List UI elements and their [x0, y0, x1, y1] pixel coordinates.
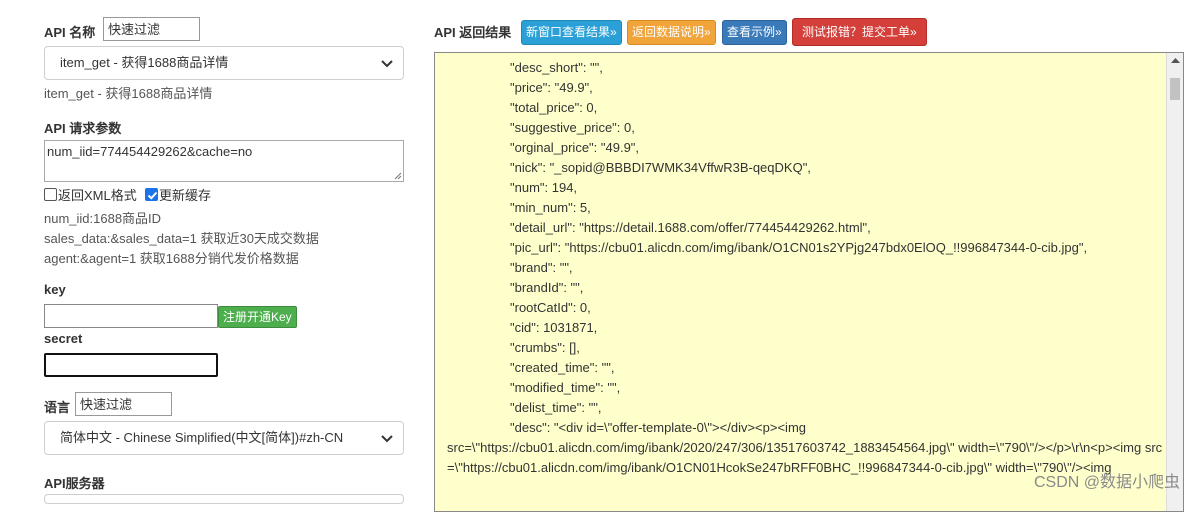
- scroll-thumb[interactable]: [1170, 78, 1180, 100]
- response-title: API 返回结果: [434, 25, 512, 40]
- chevron-down-icon: [381, 435, 393, 443]
- language-select[interactable]: 简体中文 - Chinese Simplified(中文[简体])#zh-CN: [44, 421, 404, 455]
- response-area: API 返回结果 新窗口查看结果» 返回数据说明» 查看示例» 测试报错？提交工…: [420, 0, 1198, 512]
- code-line: "total_price": 0,: [510, 100, 598, 115]
- scroll-up-icon[interactable]: [1171, 57, 1180, 64]
- code-line: "detail_url": "https://detail.1688.com/o…: [510, 220, 871, 235]
- code-line: "cid": 1031871,: [510, 320, 598, 335]
- params-value: num_iid=774454429262&cache=no: [47, 144, 253, 159]
- secret-input[interactable]: [44, 353, 218, 377]
- hint-line: sales_data:&sales_data=1 获取近30天成交数据: [44, 231, 319, 246]
- cache-checkbox[interactable]: 更新缓存: [145, 186, 212, 203]
- language-select-value: 简体中文 - Chinese Simplified(中文[简体])#zh-CN: [60, 430, 344, 445]
- report-issue-button[interactable]: 测试报错？提交工单»: [792, 18, 927, 46]
- response-panel[interactable]: "desc_short": "", "price": "49.9", "total_…: [434, 52, 1184, 512]
- code-line: "desc_short": "",: [510, 60, 603, 75]
- new-window-button[interactable]: 新窗口查看结果»: [521, 20, 622, 45]
- response-code: "desc_short": "", "price": "49.9", "total_…: [447, 53, 1163, 478]
- code-line: "num": 194,: [510, 180, 578, 195]
- watermark: CSDN @数据小爬虫: [1033, 474, 1180, 491]
- code-line: "suggestive_price": 0,: [510, 120, 635, 135]
- code-line: "nick": "_sopid@BBBDI7WMK34VffwR3B-qeqDK…: [510, 160, 811, 175]
- api-select[interactable]: item_get - 获得1688商品详情: [44, 46, 404, 80]
- code-line: "crumbs": [],: [510, 340, 580, 355]
- language-filter-input[interactable]: [75, 392, 172, 416]
- checkmark-icon: [147, 191, 158, 200]
- hint-line: agent:&agent=1 获取1688分销代发价格数据: [44, 251, 299, 266]
- language-label: 语言: [44, 400, 71, 415]
- api-name-label: API 名称: [44, 25, 96, 40]
- code-line: "created_time": "",: [510, 360, 615, 375]
- code-line: "price": "49.9",: [510, 80, 593, 95]
- server-label: API服务器: [44, 476, 105, 491]
- api-filter-input[interactable]: [103, 17, 200, 41]
- xml-checkbox-label: 返回XML格式: [58, 187, 137, 203]
- cache-checkbox-box[interactable]: [145, 187, 158, 201]
- server-select[interactable]: [44, 494, 404, 504]
- request-form: API 名称 item_get - 获得1688商品详情 item_get - …: [0, 0, 420, 504]
- hint-line: num_iid:1688商品ID: [44, 211, 162, 226]
- secret-label: secret: [44, 331, 83, 346]
- code-line: "brand": "",: [510, 260, 573, 275]
- view-example-button[interactable]: 查看示例»: [722, 20, 787, 45]
- xml-checkbox-box[interactable]: [44, 187, 57, 201]
- code-line: "orginal_price": "49.9",: [510, 140, 640, 155]
- register-key-button[interactable]: 注册开通Key: [218, 306, 297, 328]
- code-line: "brandId": "",: [510, 280, 584, 295]
- code-line: "rootCatId": 0,: [510, 300, 591, 315]
- params-textarea[interactable]: num_iid=774454429262&cache=no: [44, 140, 404, 182]
- chevron-down-icon: [381, 60, 393, 68]
- code-line: "desc": "<div id=\"offer-template-0\"></…: [510, 420, 806, 435]
- return-desc-button[interactable]: 返回数据说明»: [627, 20, 716, 45]
- cache-checkbox-label: 更新缓存: [159, 187, 212, 203]
- resize-grip-icon[interactable]: [394, 172, 402, 180]
- api-description: item_get - 获得1688商品详情: [44, 86, 213, 101]
- params-label: API 请求参数: [44, 121, 122, 136]
- code-line: "delist_time": "",: [510, 400, 602, 415]
- key-input[interactable]: [44, 304, 218, 328]
- xml-checkbox[interactable]: 返回XML格式: [44, 186, 137, 203]
- api-select-value: item_get - 获得1688商品详情: [60, 55, 229, 70]
- key-label: key: [44, 282, 66, 297]
- code-line: "modified_time": "",: [510, 380, 621, 395]
- scrollbar[interactable]: [1166, 53, 1183, 511]
- code-line: "min_num": 5,: [510, 200, 591, 215]
- code-line: "pic_url": "https://cbu01.alicdn.com/img…: [510, 240, 1088, 255]
